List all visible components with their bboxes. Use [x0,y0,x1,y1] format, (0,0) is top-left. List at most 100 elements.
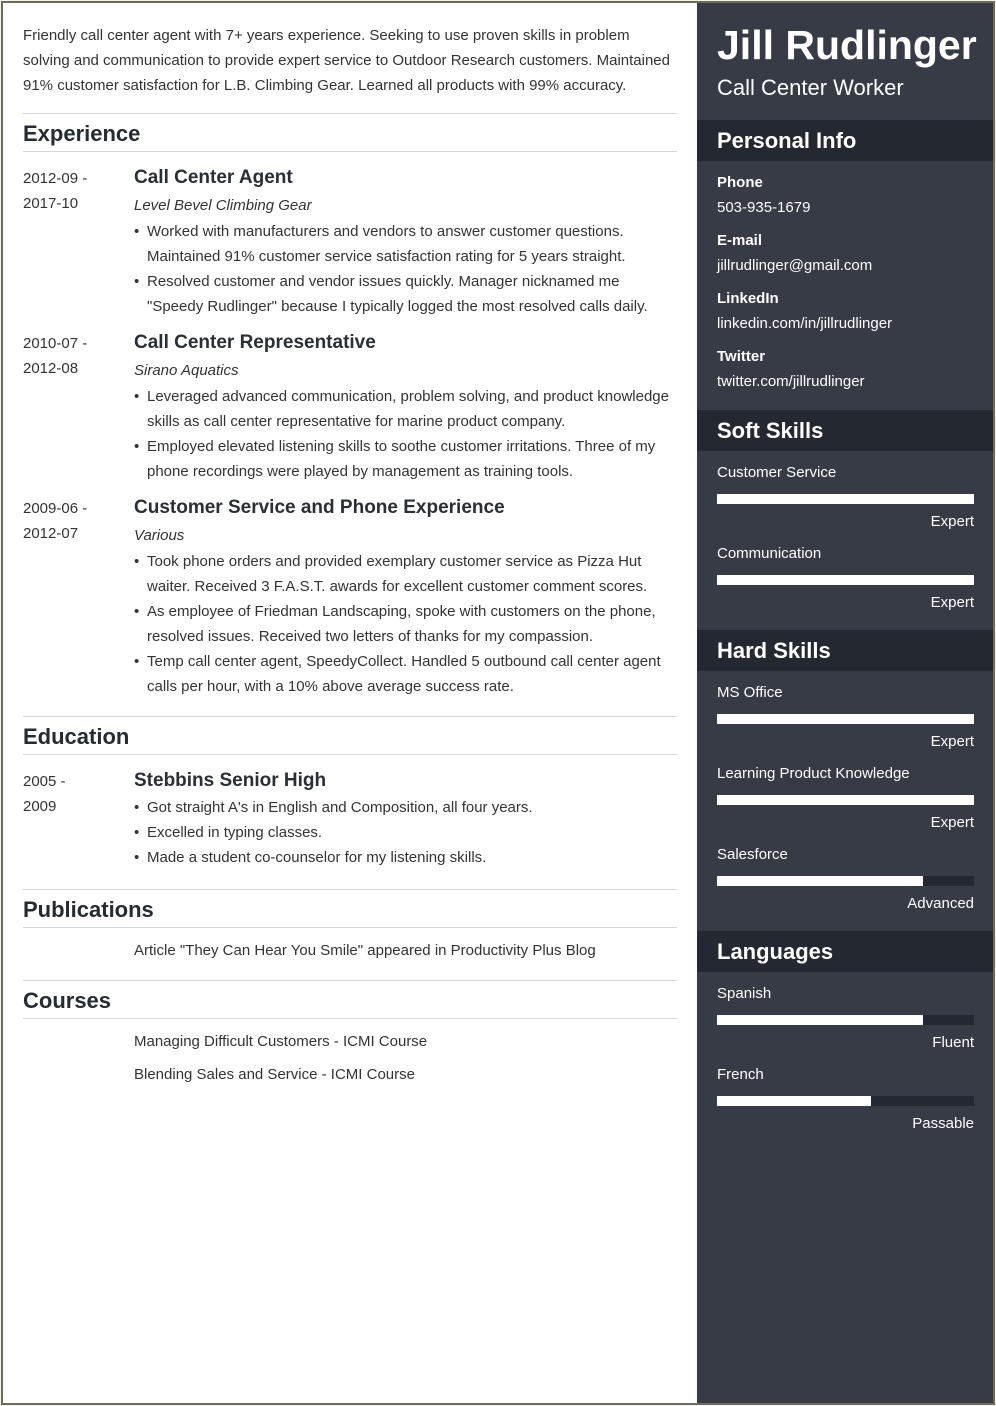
experience-entry: 2012-09 - 2017-10 Call Center Agent Leve… [23,164,677,319]
language-name: Spanish [717,985,772,1002]
date-end: 2017-10 [23,195,79,212]
skill-name: Salesforce [717,846,788,863]
twitter-value[interactable]: twitter.com/jillrudlinger [717,372,977,392]
info-label: Twitter [717,348,766,365]
skill-bar-fill [717,714,974,724]
language-item: French Passable [717,1065,974,1134]
job-title: Customer Service and Phone Experience [134,497,505,518]
info-email: E-mail jillrudlinger@gmail.com [717,231,977,276]
sidebar: Jill Rudlinger Call Center Worker Person… [697,3,993,1403]
skill-name: MS Office [717,684,783,701]
candidate-name: Jill Rudlinger [717,22,977,68]
experience-section: Experience 2012-09 - 2017-10 Call Center… [23,113,677,699]
date-end: 2009 [23,798,57,815]
main-column: Friendly call center agent with 7+ years… [3,3,697,1403]
courses-section: Courses Managing Difficult Customers - I… [23,980,677,1086]
skill-level: Expert [930,513,974,530]
soft-skills-heading: Soft Skills [697,410,993,451]
date-end: 2012-07 [23,525,79,542]
language-bar [717,1096,974,1106]
bullet-item: Made a student co-counselor for my liste… [134,845,677,870]
bullet-list: Worked with manufacturers and vendors to… [134,219,677,319]
skill-level: Advanced [907,895,974,912]
bullet-item: Leveraged advanced communication, proble… [134,384,677,434]
linkedin-value[interactable]: linkedin.com/in/jillrudlinger [717,314,977,334]
language-bar-fill [717,1096,872,1106]
date-start: 2010-07 - [23,335,88,352]
date-start: 2012-09 - [23,170,88,187]
school-name: Stebbins Senior High [134,770,327,791]
skill-bar-fill [717,876,923,886]
skill-bar [717,575,974,585]
info-label: Phone [717,174,763,191]
skill-name: Learning Product Knowledge [717,765,910,782]
company-name: Sirano Aquatics [134,362,239,379]
skill-item: Communication Expert [717,544,974,613]
info-phone: Phone 503-935-1679 [717,173,977,218]
candidate-role: Call Center Worker [717,75,904,100]
info-linkedin: LinkedIn linkedin.com/in/jillrudlinger [717,289,977,334]
hard-skills-heading: Hard Skills [697,630,993,671]
entry-date: 2010-07 - 2012-08 [23,331,123,381]
entry-date: 2009-06 - 2012-07 [23,496,123,546]
job-title: Call Center Agent [134,167,293,188]
skill-name: Customer Service [717,464,837,481]
education-entry: 2005 - 2009 Stebbins Senior High Got str… [23,767,677,870]
bullet-item: As employee of Friedman Landscaping, spo… [134,599,677,649]
entry-date: 2005 - 2009 [23,769,123,819]
resume-page: Friendly call center agent with 7+ years… [1,1,995,1405]
bullet-list: Got straight A's in English and Composit… [134,795,677,870]
job-title: Call Center Representative [134,332,376,353]
skill-level: Expert [930,594,974,611]
skill-item: Customer Service Expert [717,463,974,532]
course-item: Blending Sales and Service - ICMI Course [134,1066,415,1083]
company-name: Level Bevel Climbing Gear [134,197,312,214]
experience-entry: 2010-07 - 2012-08 Call Center Representa… [23,329,677,484]
skill-level: Expert [930,733,974,750]
date-start: 2005 - [23,773,66,790]
company-name: Various [134,527,185,544]
skill-item: Salesforce Advanced [717,845,974,914]
skill-bar-fill [717,795,974,805]
date-start: 2009-06 - [23,500,88,517]
skill-bar [717,876,974,886]
course-item: Managing Difficult Customers - ICMI Cour… [134,1033,428,1050]
education-heading: Education [23,716,677,755]
bullet-item: Temp call center agent, SpeedyCollect. H… [134,649,677,699]
language-item: Spanish Fluent [717,984,974,1053]
publications-heading: Publications [23,889,677,928]
skill-item: MS Office Expert [717,683,974,752]
email-value[interactable]: jillrudlinger@gmail.com [717,256,977,276]
skill-bar [717,494,974,504]
summary: Friendly call center agent with 7+ years… [23,27,670,94]
bullet-list: Took phone orders and provided exemplary… [134,549,677,699]
bullet-item: Resolved customer and vendor issues quic… [134,269,677,319]
bullet-item: Employed elevated listening skills to so… [134,434,677,484]
language-name: French [717,1066,764,1083]
phone-value: 503-935-1679 [717,199,811,216]
publications-section: Publications Article "They Can Hear You … [23,889,677,962]
language-bar [717,1015,974,1025]
info-twitter: Twitter twitter.com/jillrudlinger [717,347,977,392]
date-end: 2012-08 [23,360,79,377]
bullet-item: Took phone orders and provided exemplary… [134,549,677,599]
language-level: Passable [912,1115,974,1132]
skill-bar-fill [717,494,974,504]
experience-heading: Experience [23,113,677,152]
courses-heading: Courses [23,980,677,1019]
skill-level: Expert [930,814,974,831]
skill-item: Learning Product Knowledge Expert [717,764,974,833]
language-bar-fill [717,1015,923,1025]
experience-entry: 2009-06 - 2012-07 Customer Service and P… [23,494,677,699]
bullet-item: Got straight A's in English and Composit… [134,795,677,820]
skill-bar-fill [717,575,974,585]
publication-item: Article "They Can Hear You Smile" appear… [134,942,596,959]
bullet-item: Worked with manufacturers and vendors to… [134,219,677,269]
bullet-item: Excelled in typing classes. [134,820,677,845]
language-level: Fluent [932,1034,974,1051]
languages-heading: Languages [697,931,993,972]
entry-date: 2012-09 - 2017-10 [23,166,123,216]
education-section: Education 2005 - 2009 Stebbins Senior Hi… [23,716,677,870]
skill-bar [717,714,974,724]
info-label: E-mail [717,232,763,249]
